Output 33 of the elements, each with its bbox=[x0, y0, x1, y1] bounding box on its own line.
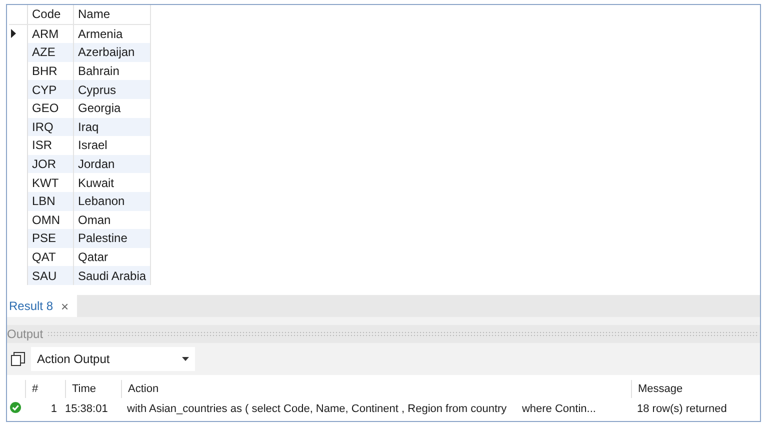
table-cell: CYP bbox=[28, 80, 74, 99]
table-cell: PSE bbox=[28, 229, 74, 248]
column-header: Code bbox=[28, 5, 74, 24]
table-cell-text: with Asian_countries as ( select Code, Name, Continent , Region from country where Contin... bbox=[126, 403, 597, 415]
table-cell: Iraq bbox=[74, 118, 151, 136]
table-cell: Palestine bbox=[74, 229, 151, 248]
table-cell-text: 1 bbox=[50, 403, 58, 415]
table-cell: AZE bbox=[28, 43, 74, 62]
column-header: Action bbox=[121, 380, 631, 398]
column-header: # bbox=[25, 380, 65, 398]
current-row-icon bbox=[11, 28, 16, 38]
table-cell: SAU bbox=[28, 266, 74, 285]
table-cell: JOR bbox=[28, 154, 74, 174]
column-header: Message bbox=[631, 380, 760, 398]
table-cell: Saudi Arabia bbox=[74, 266, 151, 285]
table-cell-text: 18 row(s) returned bbox=[636, 403, 728, 415]
panel-title: Output bbox=[7, 327, 44, 341]
copy-icon[interactable] bbox=[11, 352, 25, 366]
row-header[interactable] bbox=[9, 24, 28, 44]
table-cell: IRQ bbox=[28, 118, 74, 136]
table-cell-text: 15:38:01 bbox=[65, 403, 109, 415]
table-cell: Jordan bbox=[74, 154, 151, 174]
table-cell: Lebanon bbox=[74, 192, 151, 211]
success-icon bbox=[10, 402, 21, 413]
close-button[interactable]: × bbox=[61, 298, 69, 314]
table-cell: LBN bbox=[28, 192, 74, 211]
column-header: Time bbox=[65, 380, 121, 398]
table-cell: Azerbaijan bbox=[74, 43, 151, 62]
column-header: Name bbox=[74, 5, 151, 24]
output-type-dropdown[interactable]: Action Output bbox=[31, 347, 195, 371]
caret-icon bbox=[182, 357, 189, 361]
result-tab[interactable]: Result 8 × bbox=[7, 295, 77, 317]
table-cell: Cyprus bbox=[74, 80, 151, 99]
